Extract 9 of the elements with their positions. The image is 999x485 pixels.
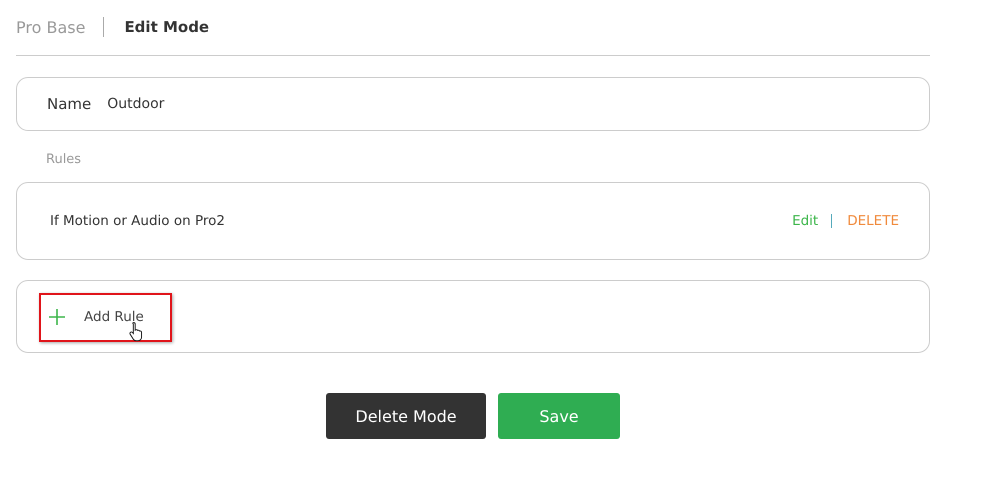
hand-cursor-icon	[129, 320, 144, 342]
rules-heading: Rules	[46, 152, 82, 169]
plus-icon	[48, 308, 66, 326]
name-field[interactable]: Outdoor	[101, 92, 900, 116]
name-label: Name	[47, 95, 92, 113]
delete-mode-button[interactable]: Delete Mode	[326, 393, 486, 439]
rule-text: If Motion or Audio on Pro2	[50, 213, 225, 229]
add-rule-button[interactable]: Add Rule	[39, 304, 168, 330]
breadcrumb-link[interactable]: Edit Mode	[124, 18, 210, 36]
